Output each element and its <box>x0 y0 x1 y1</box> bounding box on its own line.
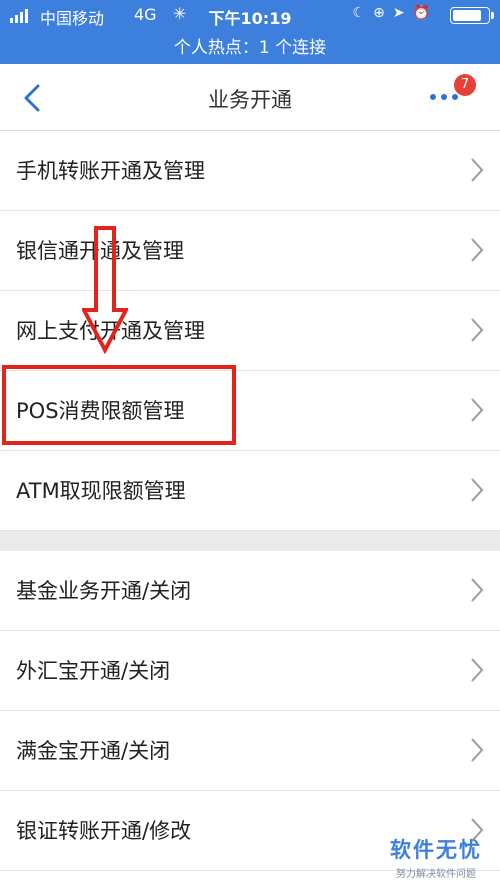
watermark-title: 软件无忧 <box>390 838 482 862</box>
service-list-2: 基金业务开通/关闭 外汇宝开通/关闭 满金宝开通/关闭 银证转账开通/修改 <box>0 551 500 871</box>
list-item-label: ATM取现限额管理 <box>16 479 186 503</box>
list-item-manjinbao[interactable]: 满金宝开通/关闭 <box>0 711 500 791</box>
list-item-yinxintong[interactable]: 银信通开通及管理 <box>0 211 500 291</box>
list-item-atm-limit[interactable]: ATM取现限额管理 <box>0 451 500 531</box>
alarm-icon: ⏰ <box>412 5 430 21</box>
location-icon: ➤ <box>392 5 405 21</box>
list-item-label: 满金宝开通/关闭 <box>16 739 171 763</box>
watermark: 软件无忧 努力解决软件问题 <box>390 834 482 880</box>
chevron-right-icon <box>471 478 484 502</box>
section-divider <box>0 531 500 551</box>
watermark-subtitle: 努力解决软件问题 <box>396 869 476 880</box>
chevron-right-icon <box>471 318 484 342</box>
list-item-label: 外汇宝开通/关闭 <box>16 659 171 683</box>
highlight-box <box>2 365 236 445</box>
notification-badge: 7 <box>454 74 476 96</box>
moon-icon: ☾ <box>352 5 366 21</box>
list-item-fund[interactable]: 基金业务开通/关闭 <box>0 551 500 631</box>
list-item-mobile-transfer[interactable]: 手机转账开通及管理 <box>0 131 500 211</box>
chevron-right-icon <box>471 158 484 182</box>
page-title: 业务开通 <box>208 88 292 112</box>
chevron-right-icon <box>471 578 484 602</box>
chevron-right-icon <box>471 738 484 762</box>
service-list-1: 手机转账开通及管理 银信通开通及管理 网上支付开通及管理 POS消费限额管理 A… <box>0 131 500 531</box>
list-item-label: 银证转账开通/修改 <box>16 819 192 843</box>
chevron-right-icon <box>471 398 484 422</box>
lock-rotation-icon: ⊕ <box>373 5 385 21</box>
list-item-label: 手机转账开通及管理 <box>16 159 205 183</box>
chevron-right-icon <box>471 658 484 682</box>
more-options-icon[interactable] <box>430 94 460 104</box>
status-bar: 中国移动 4G ✳ 下午10:19 ☾ ⊕ ➤ ⏰ 个人热点：1 个连接 <box>0 0 500 64</box>
chevron-right-icon <box>471 238 484 262</box>
list-item-label: 基金业务开通/关闭 <box>16 579 192 603</box>
nav-bar: 业务开通 7 <box>0 64 500 131</box>
hotspot-banner[interactable]: 个人热点：1 个连接 <box>0 33 500 58</box>
battery-icon <box>450 7 494 24</box>
down-arrow-annotation-icon <box>82 226 128 354</box>
list-item-online-payment[interactable]: 网上支付开通及管理 <box>0 291 500 371</box>
list-item-forex[interactable]: 外汇宝开通/关闭 <box>0 631 500 711</box>
